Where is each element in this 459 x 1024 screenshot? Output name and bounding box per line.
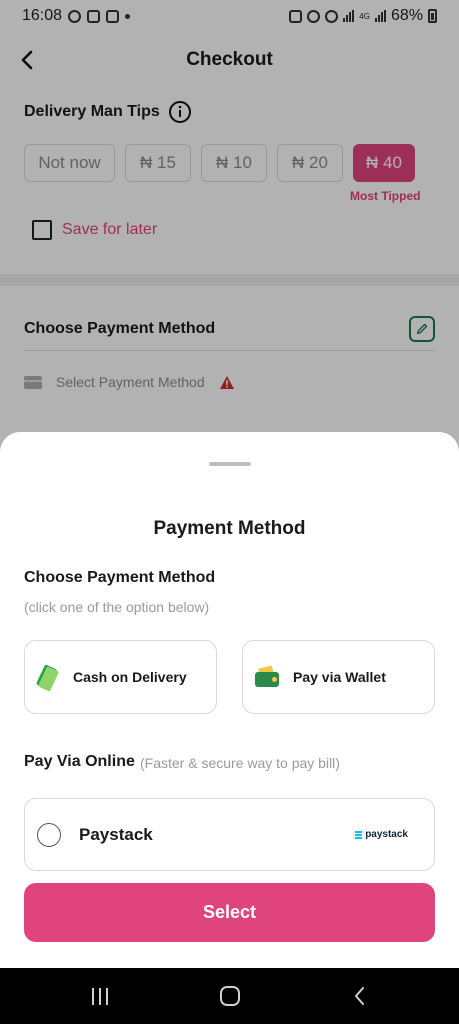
home-icon[interactable] bbox=[220, 986, 240, 1006]
paystack-option[interactable]: Paystack paystack bbox=[24, 798, 435, 871]
system-nav-bar bbox=[0, 968, 459, 1024]
cash-on-delivery-option[interactable]: Cash on Delivery bbox=[24, 640, 217, 714]
paystack-radio[interactable] bbox=[37, 822, 61, 847]
recent-apps-icon[interactable] bbox=[92, 988, 108, 1005]
pay-via-wallet-label: Pay via Wallet bbox=[293, 669, 386, 685]
select-button[interactable]: Select bbox=[24, 883, 435, 942]
sheet-drag-handle[interactable] bbox=[209, 462, 251, 466]
paystack-label: Paystack bbox=[79, 824, 153, 844]
pay-via-wallet-option[interactable]: Pay via Wallet bbox=[242, 640, 435, 714]
paystack-logo-text: paystack bbox=[365, 829, 408, 840]
cash-on-delivery-label: Cash on Delivery bbox=[73, 669, 187, 685]
wallet-icon bbox=[255, 665, 279, 687]
cash-icon bbox=[35, 664, 60, 692]
paystack-logo: paystack bbox=[355, 829, 408, 840]
back-nav-icon[interactable] bbox=[352, 986, 368, 1006]
paystack-logo-icon bbox=[355, 830, 363, 839]
payment-method-sheet: Payment Method Choose Payment Method (cl… bbox=[0, 432, 459, 968]
sheet-title: Payment Method bbox=[153, 518, 306, 539]
choose-method-title: Choose Payment Method bbox=[24, 569, 216, 586]
choose-method-hint: (click one of the option below) bbox=[24, 599, 210, 615]
pay-online-title: Pay Via Online bbox=[24, 753, 135, 770]
pay-online-hint: (Faster & secure way to pay bill) bbox=[140, 755, 340, 771]
